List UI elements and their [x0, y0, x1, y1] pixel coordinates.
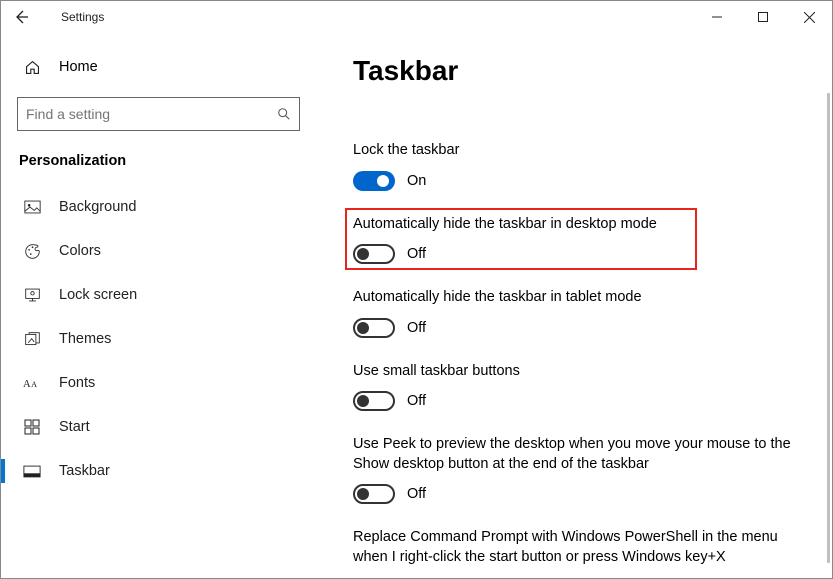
- fonts-icon: AA: [23, 376, 41, 390]
- close-button[interactable]: [786, 1, 832, 33]
- sidebar-item-taskbar[interactable]: Taskbar: [17, 449, 305, 493]
- maximize-button[interactable]: [740, 1, 786, 33]
- setting-label: Automatically hide the taskbar in tablet…: [353, 288, 793, 308]
- search-box[interactable]: [17, 97, 300, 131]
- taskbar-icon: [23, 465, 41, 478]
- sidebar-item-label: Start: [59, 419, 90, 435]
- palette-icon: [23, 243, 41, 260]
- page-title: Taskbar: [353, 55, 802, 87]
- toggle-autohide-tablet[interactable]: [353, 318, 395, 338]
- toggle-lock-taskbar[interactable]: [353, 171, 395, 191]
- svg-text:A: A: [23, 379, 31, 390]
- home-label: Home: [59, 59, 98, 75]
- sidebar-item-lock-screen[interactable]: Lock screen: [17, 273, 305, 317]
- sidebar-item-fonts[interactable]: AA Fonts: [17, 361, 305, 405]
- titlebar: Settings: [1, 1, 832, 33]
- scrollbar[interactable]: [827, 93, 830, 563]
- sidebar-item-label: Lock screen: [59, 287, 137, 303]
- search-icon: [277, 107, 291, 121]
- sidebar-item-label: Taskbar: [59, 463, 110, 479]
- toggle-state-text: Off: [407, 486, 426, 502]
- sidebar-item-background[interactable]: Background: [17, 185, 305, 229]
- window-title: Settings: [33, 10, 104, 24]
- search-input[interactable]: [26, 106, 277, 122]
- sidebar-nav: Background Colors Lock screen Themes AA …: [17, 185, 305, 493]
- svg-text:A: A: [31, 380, 37, 389]
- setting-label: Use Peek to preview the desktop when you…: [353, 435, 793, 474]
- toggle-state-text: Off: [407, 393, 426, 409]
- sidebar-item-label: Colors: [59, 243, 101, 259]
- setting-autohide-tablet: Automatically hide the taskbar in tablet…: [353, 288, 802, 338]
- sidebar-item-colors[interactable]: Colors: [17, 229, 305, 273]
- start-icon: [23, 419, 41, 435]
- themes-icon: [23, 331, 41, 348]
- setting-label: Replace Command Prompt with Windows Powe…: [353, 528, 793, 567]
- toggle-autohide-desktop[interactable]: [353, 244, 395, 264]
- toggle-peek[interactable]: [353, 484, 395, 504]
- setting-small-buttons: Use small taskbar buttons Off: [353, 362, 802, 412]
- sidebar-item-themes[interactable]: Themes: [17, 317, 305, 361]
- setting-label: Automatically hide the taskbar in deskto…: [353, 215, 793, 235]
- back-button[interactable]: [13, 9, 33, 25]
- sidebar-item-label: Background: [59, 199, 136, 215]
- setting-powershell: Replace Command Prompt with Windows Powe…: [353, 528, 802, 567]
- picture-icon: [23, 200, 41, 214]
- content-area: Taskbar Lock the taskbar On Automaticall…: [321, 33, 832, 578]
- lock-screen-icon: [23, 288, 41, 302]
- settings-window: Settings Home Pe: [0, 0, 833, 579]
- home-icon: [23, 59, 41, 76]
- setting-label: Use small taskbar buttons: [353, 362, 793, 382]
- sidebar: Home Personalization Background Colors: [1, 33, 321, 578]
- setting-autohide-desktop: Automatically hide the taskbar in deskto…: [353, 215, 802, 265]
- home-nav[interactable]: Home: [17, 47, 305, 87]
- section-title-personalization: Personalization: [17, 153, 305, 169]
- sidebar-item-start[interactable]: Start: [17, 405, 305, 449]
- sidebar-item-label: Themes: [59, 331, 111, 347]
- minimize-button[interactable]: [694, 1, 740, 33]
- toggle-state-text: Off: [407, 246, 426, 262]
- sidebar-item-label: Fonts: [59, 375, 95, 391]
- toggle-state-text: Off: [407, 320, 426, 336]
- toggle-state-text: On: [407, 173, 426, 189]
- setting-lock-taskbar: Lock the taskbar On: [353, 141, 802, 191]
- toggle-small-buttons[interactable]: [353, 391, 395, 411]
- setting-label: Lock the taskbar: [353, 141, 793, 161]
- setting-peek: Use Peek to preview the desktop when you…: [353, 435, 802, 504]
